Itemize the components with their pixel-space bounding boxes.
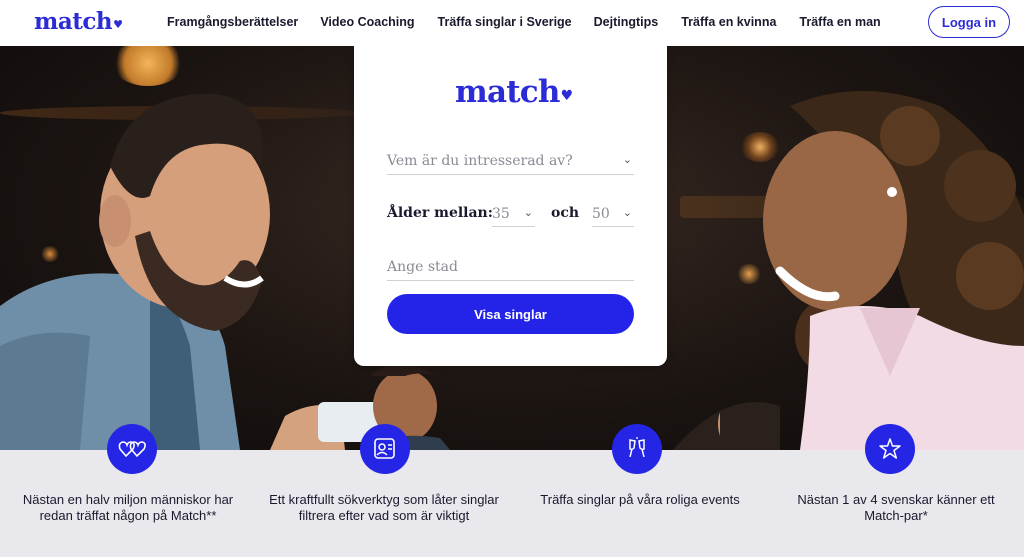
feature-text: Nästan en halv miljon människor har reda… (22, 492, 234, 523)
nav-link-meet-woman[interactable]: Träffa en kvinna (681, 15, 776, 29)
chevron-down-icon: ⌄ (523, 206, 533, 219)
chevron-down-icon: ⌄ (622, 153, 632, 166)
feature-text: Träffa singlar på våra roliga events (540, 492, 740, 507)
profile-search-icon (360, 424, 410, 474)
hearts-icon (107, 424, 157, 474)
card-logo: match♥ (455, 74, 574, 110)
nav-link-meet-singles-sweden[interactable]: Träffa singlar i Sverige (438, 15, 572, 29)
feature-text: Ett kraftfullt sökverktyg som låter sing… (269, 492, 499, 523)
age-label: Ålder mellan: (387, 205, 493, 221)
interest-placeholder: Vem är du intresserad av? (387, 153, 573, 169)
nav-link-dating-tips[interactable]: Dejtingtips (594, 15, 659, 29)
age-max-select[interactable]: 50 ⌄ (592, 206, 634, 227)
heart-icon: ♥ (560, 88, 574, 104)
top-navigation: match♥ Framgångsberättelser Video Coachi… (0, 0, 1024, 46)
city-input[interactable]: Ange stad (387, 259, 634, 281)
chevron-down-icon: ⌄ (622, 206, 632, 219)
nav-link-meet-man[interactable]: Träffa en man (799, 15, 880, 29)
star-badge-icon (865, 424, 915, 474)
age-min-select[interactable]: 35 ⌄ (492, 206, 535, 227)
interest-select[interactable]: Vem är du intresserad av? ⌄ (387, 153, 634, 175)
search-card: match♥ Vem är du intresserad av? ⌄ Ålder… (354, 46, 667, 366)
nav-link-success-stories[interactable]: Framgångsberättelser (167, 15, 298, 29)
age-max-value: 50 (592, 206, 610, 222)
login-button[interactable]: Logga in (928, 6, 1010, 38)
card-logo-text: match (455, 74, 560, 110)
show-singles-button[interactable]: Visa singlar (387, 294, 634, 334)
city-placeholder: Ange stad (387, 259, 458, 275)
feature-text: Nästan 1 av 4 svenskar känner ett Match-… (797, 492, 995, 523)
match-logo[interactable]: match♥ (34, 8, 123, 35)
heart-icon: ♥ (113, 18, 123, 31)
age-min-value: 35 (492, 206, 510, 222)
logo-text: match (34, 8, 113, 35)
age-connector: och (551, 205, 580, 221)
cheers-icon (612, 424, 662, 474)
features-strip: Nästan en halv miljon människor har reda… (0, 424, 1024, 557)
nav-link-video-coaching[interactable]: Video Coaching (320, 15, 414, 29)
main-nav: Framgångsberättelser Video Coaching Träf… (167, 15, 881, 29)
